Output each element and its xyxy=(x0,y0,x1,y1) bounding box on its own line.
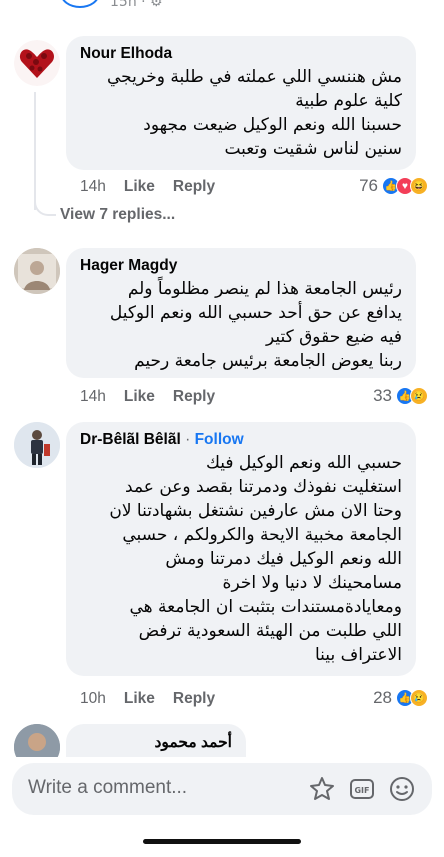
comment-input[interactable]: Write a comment... GIF xyxy=(12,763,432,815)
comment-line: الله ونعم الوكيل فيك دمرتنا ومش xyxy=(165,549,402,569)
comment-text: رئيس الجامعة هذا لم ينصر مظلوماً ولم يدا… xyxy=(80,277,402,373)
reaction-summary[interactable]: 28 👍 😢 xyxy=(373,688,428,708)
comment-bubble: Dr-Bêlãl Bêlãl · Follow حسبي الله ونعم ا… xyxy=(66,422,416,676)
comment-actions: 14h Like Reply xyxy=(80,388,215,406)
separator-dot: · xyxy=(180,431,195,448)
comment-timestamp[interactable]: 14h xyxy=(80,388,106,406)
view-replies-link[interactable]: View 7 replies... xyxy=(60,206,175,224)
comment-text: حسبي الله ونعم الوكيل فيك استغليت نفوذك … xyxy=(80,451,402,667)
comment-timestamp[interactable]: 14h xyxy=(80,178,106,196)
avatar[interactable] xyxy=(14,40,60,86)
emoji-icon[interactable] xyxy=(388,775,416,803)
comment-line: حسبي الله ونعم الوكيل فيك xyxy=(205,453,402,473)
home-indicator xyxy=(143,839,301,844)
heart-roses-avatar-image xyxy=(14,40,60,86)
comment-line: وحتا الان مش عارفين نشتغل بشهادتنا لان xyxy=(109,501,402,521)
like-button[interactable]: Like xyxy=(124,178,155,196)
comment-line: ربنا يعوض الجامعة برئيس جامعة رحيم xyxy=(134,351,402,371)
comment-text: مش هننسي اللي عملته في طلبة وخريجي كلية … xyxy=(80,65,402,161)
comment-timestamp[interactable]: 10h xyxy=(80,690,106,708)
comment-line: رئيس الجامعة هذا لم ينصر مظلوماً ولم xyxy=(127,279,402,299)
comment-line: فيه ضيع حقوق كتير xyxy=(265,327,402,347)
reaction-summary[interactable]: 33 👍 😢 xyxy=(373,386,428,406)
comment-author[interactable]: Nour Elhoda xyxy=(80,45,402,63)
reaction-count: 33 xyxy=(373,386,392,405)
comment-line: ومعايادةمستندات بتثبت ان الجامعة هي xyxy=(129,597,402,617)
reaction-summary[interactable]: 76 👍 ♥ 😆 xyxy=(359,176,428,196)
comment-line: استغليت نفوذك ودمرتنا بقصد وعن عمد xyxy=(125,477,402,497)
person-avatar-image xyxy=(14,248,60,294)
comment-line: سنين لناس شقيت وتعبت xyxy=(224,139,402,159)
comment-author[interactable]: أحمد محمود xyxy=(80,733,232,752)
sad-reaction-icon: 😢 xyxy=(410,387,428,405)
comment-line: اللي طلبت من الهيئة السعودية ترفض xyxy=(138,621,402,641)
reply-button[interactable]: Reply xyxy=(173,178,215,196)
comment-line: مش هننسي اللي عملته في طلبة وخريجي xyxy=(107,67,402,87)
svg-text:GIF: GIF xyxy=(354,786,369,795)
haha-reaction-icon: 😆 xyxy=(410,177,428,195)
comment-author-row: Dr-Bêlãl Bêlãl · Follow xyxy=(80,431,402,449)
reaction-count: 76 xyxy=(359,176,378,195)
comment-line: الاعتراف بينا xyxy=(315,645,402,665)
comment-line: كلية علوم طبية xyxy=(295,91,402,111)
comment-author[interactable]: Dr-Bêlãl Bêlãl xyxy=(80,431,181,448)
comment-actions: 14h Like Reply xyxy=(80,178,215,196)
follow-button[interactable]: Follow xyxy=(195,431,244,448)
comment-composer-bar: Write a comment... GIF xyxy=(0,757,444,857)
reaction-count: 28 xyxy=(373,688,392,707)
comment-actions: 10h Like Reply xyxy=(80,690,215,708)
gif-icon[interactable]: GIF xyxy=(348,775,376,803)
reply-button[interactable]: Reply xyxy=(173,388,215,406)
comment-bubble: Nour Elhoda مش هننسي اللي عملته في طلبة … xyxy=(66,36,416,170)
person-avatar-image xyxy=(14,422,60,468)
sad-reaction-icon: 😢 xyxy=(410,689,428,707)
like-button[interactable]: Like xyxy=(124,690,155,708)
comment-input-placeholder: Write a comment... xyxy=(28,777,188,798)
avatar-sticker-icon[interactable] xyxy=(308,775,336,803)
comment-line: حسبنا الله ونعم الوكيل ضيعت مجهود xyxy=(143,115,402,135)
comment-author[interactable]: Hager Magdy xyxy=(80,257,402,275)
previous-avatar xyxy=(60,0,100,8)
reply-button[interactable]: Reply xyxy=(173,690,215,708)
comment-line: يدافع عن حق أحد حسبي الله ونعم الوكيل xyxy=(109,303,402,323)
avatar[interactable] xyxy=(14,422,60,468)
like-button[interactable]: Like xyxy=(124,388,155,406)
thread-curve xyxy=(34,190,56,216)
comment-line: الجامعة مخبية الايحة والكرولكم ، حسبي xyxy=(122,525,402,545)
previous-comment-strip: 15h · ⚙ xyxy=(0,0,444,14)
comment-bubble: Hager Magdy رئيس الجامعة هذا لم ينصر مظل… xyxy=(66,248,416,378)
comment-line: مسامحينك لا دنيا ولا اخرة xyxy=(222,573,402,593)
previous-comment-meta: 15h · ⚙ xyxy=(110,0,163,10)
avatar[interactable] xyxy=(14,248,60,294)
